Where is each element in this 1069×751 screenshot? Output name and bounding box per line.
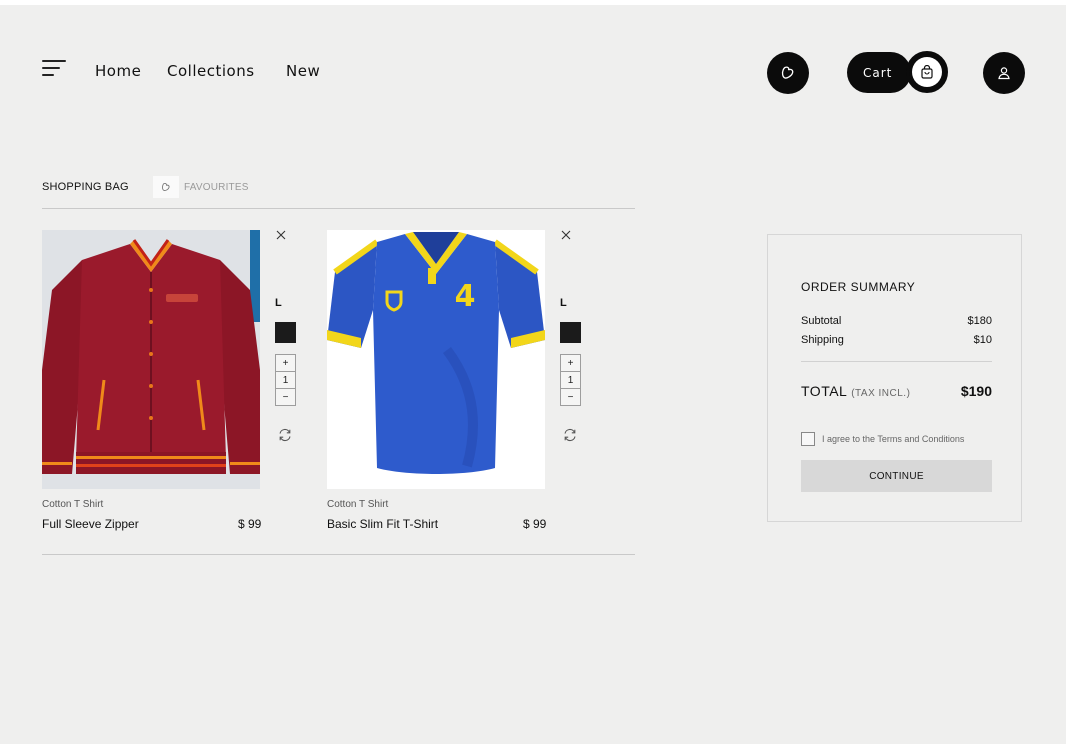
size-label[interactable]: L <box>275 297 282 309</box>
favourites-button[interactable] <box>767 52 809 94</box>
total-label: TOTAL <box>801 383 847 399</box>
nav-link-collections[interactable]: Collections <box>167 62 255 80</box>
account-button[interactable] <box>983 52 1025 94</box>
product-name[interactable]: Basic Slim Fit T-Shirt <box>327 517 438 531</box>
subtotal-row: Subtotal $180 <box>801 315 992 327</box>
terms-checkbox[interactable] <box>801 432 815 446</box>
cart-button[interactable]: Cart <box>847 52 911 93</box>
quantity-value: 1 <box>275 371 296 389</box>
subtotal-value: $180 <box>967 315 992 327</box>
close-icon <box>561 230 571 240</box>
shipping-row: Shipping $10 <box>801 334 992 346</box>
product-name[interactable]: Full Sleeve Zipper <box>42 517 139 531</box>
refresh-icon[interactable] <box>277 427 293 443</box>
product-price: $ 99 <box>238 517 262 531</box>
cart-bag-button[interactable] <box>906 51 948 93</box>
user-icon <box>998 67 1010 80</box>
product-category: Cotton T Shirt <box>327 499 389 510</box>
cart-item: L + 1 − Cotton T Shirt Full Sleeve Zippe… <box>42 230 307 540</box>
shipping-label: Shipping <box>801 334 844 346</box>
order-summary-title: ORDER SUMMARY <box>801 280 916 294</box>
increment-button[interactable]: + <box>560 354 581 372</box>
total-row: TOTAL (TAX INCL.) $190 <box>801 383 992 399</box>
color-swatch[interactable] <box>275 322 296 343</box>
red-varsity-jacket-image <box>42 230 260 489</box>
remove-item-button[interactable] <box>274 228 288 242</box>
product-image[interactable]: 4 <box>327 230 545 489</box>
total-tax-note: (TAX INCL.) <box>851 388 911 399</box>
hamburger-menu-icon[interactable] <box>42 60 68 78</box>
refresh-icon[interactable] <box>562 427 578 443</box>
remove-item-button[interactable] <box>559 228 573 242</box>
nav-link-home[interactable]: Home <box>95 62 141 80</box>
continue-button[interactable]: CONTINUE <box>801 460 992 492</box>
tab-shopping-bag[interactable]: SHOPPING BAG <box>42 181 129 193</box>
increment-button[interactable]: + <box>275 354 296 372</box>
heart-icon <box>781 66 794 79</box>
cart-label: Cart <box>863 65 893 80</box>
order-summary-panel: ORDER SUMMARY Subtotal $180 Shipping $10… <box>767 234 1022 522</box>
color-swatch[interactable] <box>560 322 581 343</box>
shipping-value: $10 <box>973 334 992 346</box>
decrement-button[interactable]: − <box>275 388 296 406</box>
divider-top <box>42 208 635 209</box>
tab-favourites-label: FAVOURITES <box>184 181 249 193</box>
nav-link-new[interactable]: New <box>286 62 320 80</box>
cart-item: 4 L + 1 − Cotton T Shirt Basic Slim Fit … <box>327 230 592 540</box>
cart-page: Home Collections New Cart SHOPPING BAG F… <box>0 5 1066 744</box>
quantity-stepper[interactable]: + 1 − <box>560 354 581 406</box>
product-image[interactable] <box>42 230 260 489</box>
decrement-button[interactable]: − <box>560 388 581 406</box>
total-value: $190 <box>960 383 992 399</box>
divider-bottom <box>42 554 635 555</box>
favourite-heart-icon <box>153 176 179 198</box>
tab-favourites[interactable]: FAVOURITES <box>153 176 249 198</box>
summary-divider <box>801 361 992 362</box>
close-icon <box>276 230 286 240</box>
svg-text:4: 4 <box>455 279 476 314</box>
product-price: $ 99 <box>523 517 547 531</box>
subtotal-label: Subtotal <box>801 315 842 327</box>
quantity-stepper[interactable]: + 1 − <box>275 354 296 406</box>
product-category: Cotton T Shirt <box>42 499 104 510</box>
shopping-bag-icon <box>921 65 933 79</box>
terms-agreement: I agree to the Terms and Conditions <box>801 432 964 446</box>
terms-label[interactable]: I agree to the Terms and Conditions <box>822 434 964 444</box>
quantity-value: 1 <box>560 371 581 389</box>
blue-jersey-image: 4 <box>327 230 545 489</box>
size-label[interactable]: L <box>560 297 567 309</box>
